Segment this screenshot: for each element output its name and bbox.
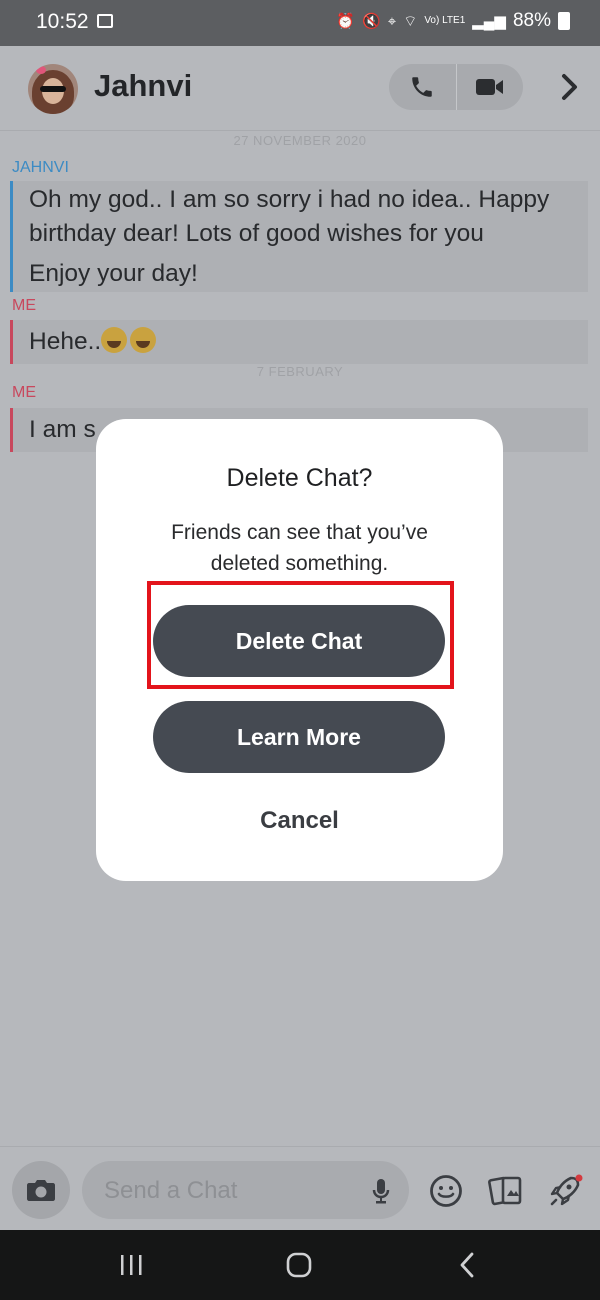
mute-icon: 🔇: [362, 13, 381, 30]
rocket-icon: [550, 1174, 583, 1206]
games-button[interactable]: [547, 1173, 583, 1209]
sender-label: ME: [12, 384, 36, 401]
video-call-button[interactable]: [457, 64, 524, 110]
status-bar: 10:52 ⏰ 🔇 ⌖ ⌔ Vo) LTE1 ▂▄▆ 88%: [0, 0, 600, 46]
highlight-box: [147, 581, 454, 689]
signal-icon: ▂▄▆: [472, 13, 506, 30]
message-text: I am s: [29, 416, 96, 443]
message-text: Oh my god.. I am so sorry i had no idea.…: [29, 186, 550, 247]
camera-icon: [27, 1180, 55, 1201]
smiley-icon: [430, 1175, 462, 1207]
battery-icon: [558, 12, 570, 30]
cards-button[interactable]: [488, 1173, 524, 1209]
learn-more-button[interactable]: Learn More: [153, 701, 445, 773]
chat-history: 27 NOVEMBER 2020 JAHNVI Oh my god.. I am…: [0, 130, 600, 452]
message-text: Hehe..: [29, 328, 102, 355]
camera-button[interactable]: [12, 1161, 70, 1219]
emoji-button[interactable]: [428, 1173, 464, 1209]
status-time: 10:52: [36, 10, 89, 33]
cards-icon: [488, 1176, 522, 1206]
chevron-right-icon: [562, 74, 577, 100]
back-icon: [460, 1252, 474, 1278]
network-label: Vo) LTE1: [424, 15, 466, 26]
dialog-title: Delete Chat?: [226, 464, 373, 492]
call-actions: [389, 64, 523, 110]
contact-name[interactable]: Jahnvi: [94, 68, 192, 104]
home-icon: [286, 1252, 312, 1278]
delete-chat-dialog: Delete Chat? Friends can see that you’ve…: [96, 419, 503, 881]
cancel-button[interactable]: Cancel: [96, 807, 503, 835]
location-icon: ⌖: [387, 12, 397, 30]
chat-composer: Send a Chat: [0, 1146, 600, 1231]
chat-header: Jahnvi: [0, 46, 600, 131]
phone-icon: [412, 77, 432, 97]
message-text: Enjoy your day!: [29, 260, 198, 287]
chat-input[interactable]: Send a Chat: [82, 1161, 409, 1219]
chevron-right-button[interactable]: [555, 72, 585, 102]
battery-percent: 88%: [512, 10, 551, 31]
date-separator: 7 FEBRUARY: [256, 364, 344, 379]
laughing-emoji-icon: [101, 327, 128, 353]
gallery-notification-icon: [97, 14, 113, 28]
message-bubble[interactable]: Oh my god.. I am so sorry i had no idea.…: [10, 181, 588, 292]
alarm-icon: ⏰: [336, 13, 356, 30]
sender-label: JAHNVI: [12, 159, 69, 176]
back-button[interactable]: [455, 1250, 479, 1280]
message-bubble[interactable]: Hehe..: [10, 320, 588, 364]
avatar[interactable]: [28, 64, 78, 114]
status-icons: ⏰ 🔇 ⌖ ⌔ Vo) LTE1 ▂▄▆ 88%: [336, 10, 570, 32]
video-camera-icon: [475, 79, 503, 95]
chat-input-placeholder: Send a Chat: [104, 1177, 238, 1204]
home-button[interactable]: [284, 1250, 314, 1280]
sender-label: ME: [12, 297, 36, 314]
date-separator: 27 NOVEMBER 2020: [233, 133, 367, 148]
recent-apps-button[interactable]: [118, 1250, 144, 1280]
laughing-emoji-icon: [130, 327, 157, 353]
voice-call-button[interactable]: [389, 64, 456, 110]
microphone-icon[interactable]: [371, 1177, 391, 1209]
wifi-icon: ⌔: [403, 12, 418, 30]
system-navigation-bar: [0, 1230, 600, 1300]
dialog-description: Friends can see that you’ve deleted some…: [171, 521, 428, 575]
recent-apps-icon: [121, 1255, 142, 1275]
